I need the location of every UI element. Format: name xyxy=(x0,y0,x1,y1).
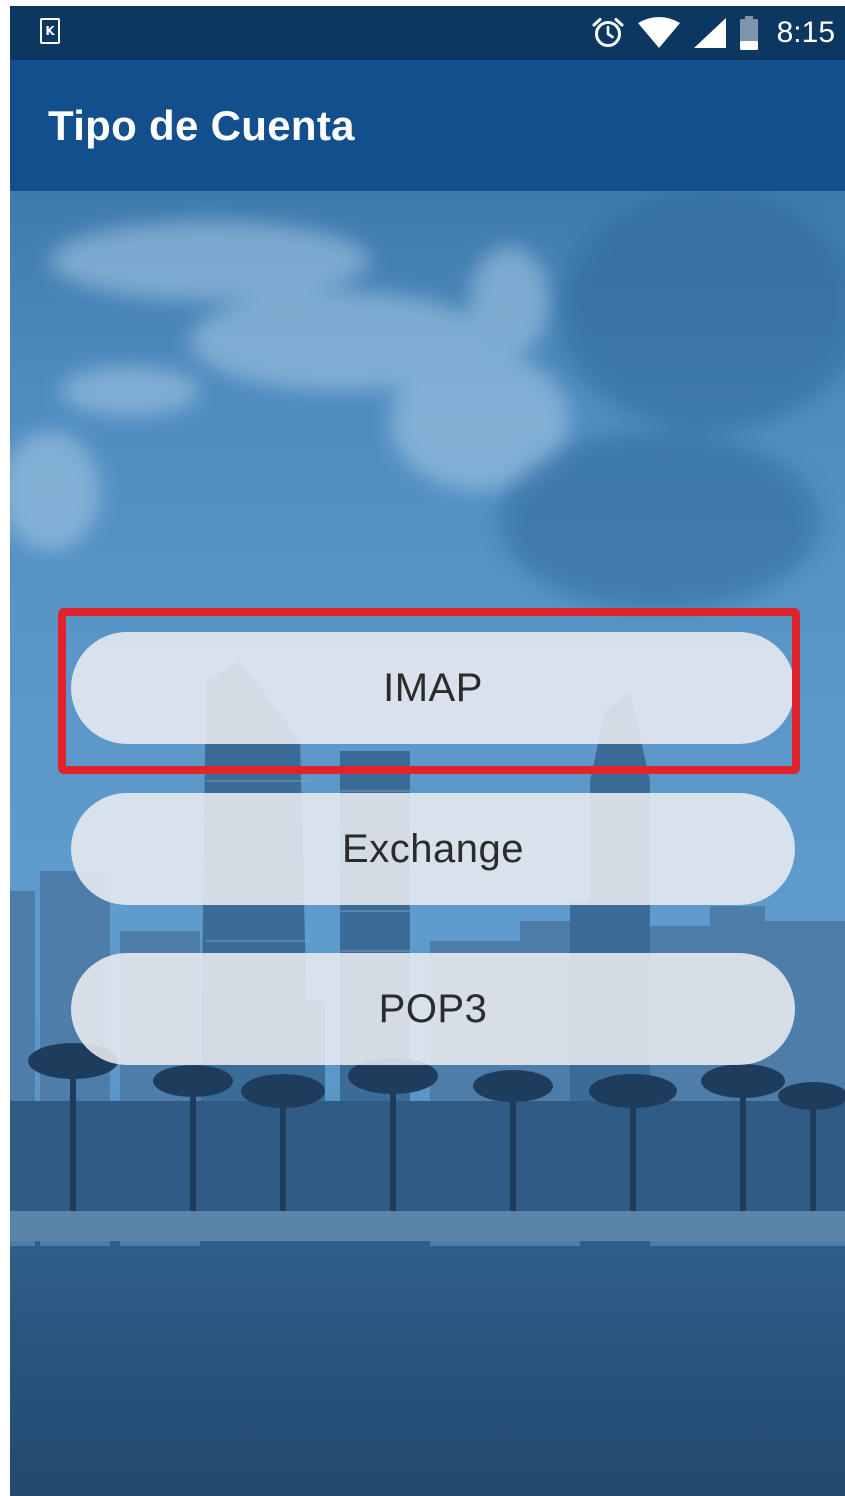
imap-button[interactable]: IMAP xyxy=(71,632,795,744)
pop3-button[interactable]: POP3 xyxy=(71,953,795,1065)
battery-icon xyxy=(739,16,758,50)
status-bar: K 8:15 xyxy=(10,6,845,60)
water-decoration xyxy=(10,1246,845,1496)
page-title: Tipo de Cuenta xyxy=(48,102,355,149)
app-notification-letter: K xyxy=(45,24,55,38)
app-bar: Tipo de Cuenta xyxy=(10,60,845,191)
wifi-icon xyxy=(637,17,680,48)
exchange-button[interactable]: Exchange xyxy=(71,793,795,905)
cell-signal-icon xyxy=(693,18,726,48)
exchange-button-label: Exchange xyxy=(342,826,524,871)
clouds-decoration xyxy=(10,191,845,611)
imap-button-label: IMAP xyxy=(383,665,483,710)
app-notification-icon: K xyxy=(40,18,60,44)
alarm-icon xyxy=(592,18,624,47)
status-time: 8:15 xyxy=(776,16,835,49)
pop3-button-label: POP3 xyxy=(378,986,488,1031)
phone-screen: K 8:15 Tipo de Cuenta IMAP Exchange POP3 xyxy=(10,6,845,1496)
status-icons: 8:15 xyxy=(591,6,835,60)
